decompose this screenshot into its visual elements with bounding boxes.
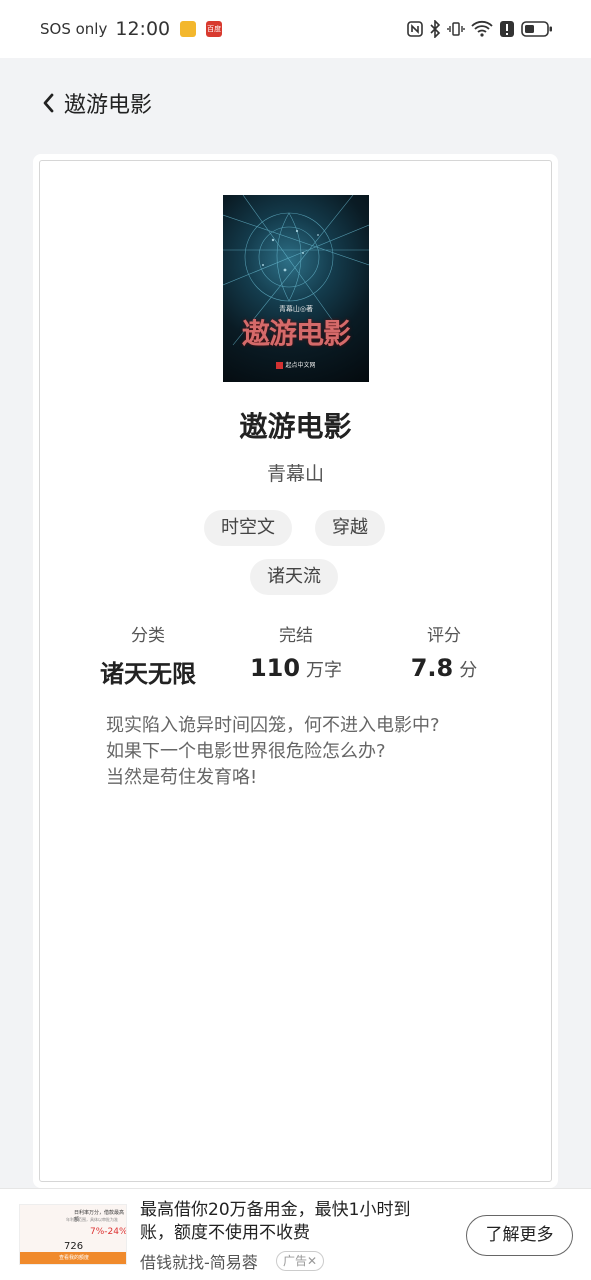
status-bar: SOS only 12:00 百度 <box>0 0 591 58</box>
ad-thumbnail[interactable]: 日利率万分，借款最高额 年利率范围，具体以审批为准 7%-24% 726 查看我… <box>19 1204 127 1265</box>
tag-chip[interactable]: 时空文 <box>204 510 292 546</box>
vibrate-icon <box>447 20 465 38</box>
rating-unit: 分 <box>459 660 478 681</box>
ad-source: 借钱就找-简易蓉 <box>140 1253 258 1272</box>
ad-banner[interactable]: 日利率万分，借款最高额 年利率范围，具体以审批为准 7%-24% 726 查看我… <box>0 1188 591 1280</box>
bluetooth-icon <box>429 20 441 38</box>
notification-app-icon <box>180 21 197 37</box>
cover-artwork <box>223 195 369 346</box>
stat-category: 分类 诸天无限 <box>68 621 228 689</box>
ad-thumb-amount: 726 <box>64 1241 84 1252</box>
stat-words: 完结 110 万字 <box>216 621 376 682</box>
page-header: 遨游电影 <box>0 58 591 148</box>
cover-publisher: 起点中文网 <box>223 360 369 369</box>
tag-chip[interactable]: 诸天流 <box>250 559 338 595</box>
stat-words-value: 110 万字 <box>216 654 376 682</box>
book-detail-card: 青幕山◎著 遨游电影 起点中文网 遨游电影 青幕山 时空文 穿越 诸天流 分类 … <box>33 154 558 1188</box>
stat-rating-value: 7.8 分 <box>364 654 524 682</box>
publisher-logo-icon <box>276 362 284 369</box>
learn-more-button[interactable]: 了解更多 <box>466 1215 573 1256</box>
book-detail-card-inner: 青幕山◎著 遨游电影 起点中文网 遨游电影 青幕山 时空文 穿越 诸天流 分类 … <box>39 160 552 1182</box>
book-title: 遨游电影 <box>239 410 352 443</box>
word-count: 110 <box>249 654 301 682</box>
book-intro: 现实陷入诡异时间囚笼，何不进入电影中? 如果下一个电影世界很危险怎么办? 当然是… <box>106 715 440 788</box>
stat-rating: 评分 7.8 分 <box>364 621 524 682</box>
ad-thumb-line2: 年利率范围，具体以审批为准 <box>66 1217 118 1222</box>
tag-chip[interactable]: 穿越 <box>315 510 385 546</box>
stat-category-value: 诸天无限 <box>100 660 196 688</box>
back-button[interactable] <box>36 88 60 118</box>
ad-close-tag[interactable]: 广告✕ <box>276 1251 325 1271</box>
stat-category-label: 分类 <box>131 626 165 646</box>
ad-headline[interactable]: 最高借你20万备用金，最快1小时到账，额度不使用不收费 <box>140 1199 440 1245</box>
page-title: 遨游电影 <box>64 93 153 118</box>
cover-title: 遨游电影 <box>241 317 351 350</box>
ad-thumb-button: 查看我的额度 <box>20 1252 126 1264</box>
ad-thumb-rate: 7%-24% <box>90 1227 127 1237</box>
baidu-app-icon: 百度 <box>206 21 223 37</box>
cover-publisher-text: 起点中文网 <box>285 362 316 369</box>
carrier-text: SOS only <box>40 20 108 38</box>
book-cover[interactable]: 青幕山◎著 遨游电影 起点中文网 <box>223 195 369 382</box>
chevron-left-icon <box>43 93 54 113</box>
battery-icon <box>521 20 553 38</box>
rating-score: 7.8 <box>410 654 454 682</box>
alert-icon <box>499 20 515 38</box>
stat-status-label: 完结 <box>279 626 313 646</box>
book-author[interactable]: 青幕山 <box>40 459 551 486</box>
wifi-icon <box>471 20 493 38</box>
word-count-unit: 万字 <box>306 660 343 681</box>
stat-rating-label: 评分 <box>427 626 461 646</box>
nfc-icon <box>407 21 423 37</box>
clock-time: 12:00 <box>115 18 171 40</box>
